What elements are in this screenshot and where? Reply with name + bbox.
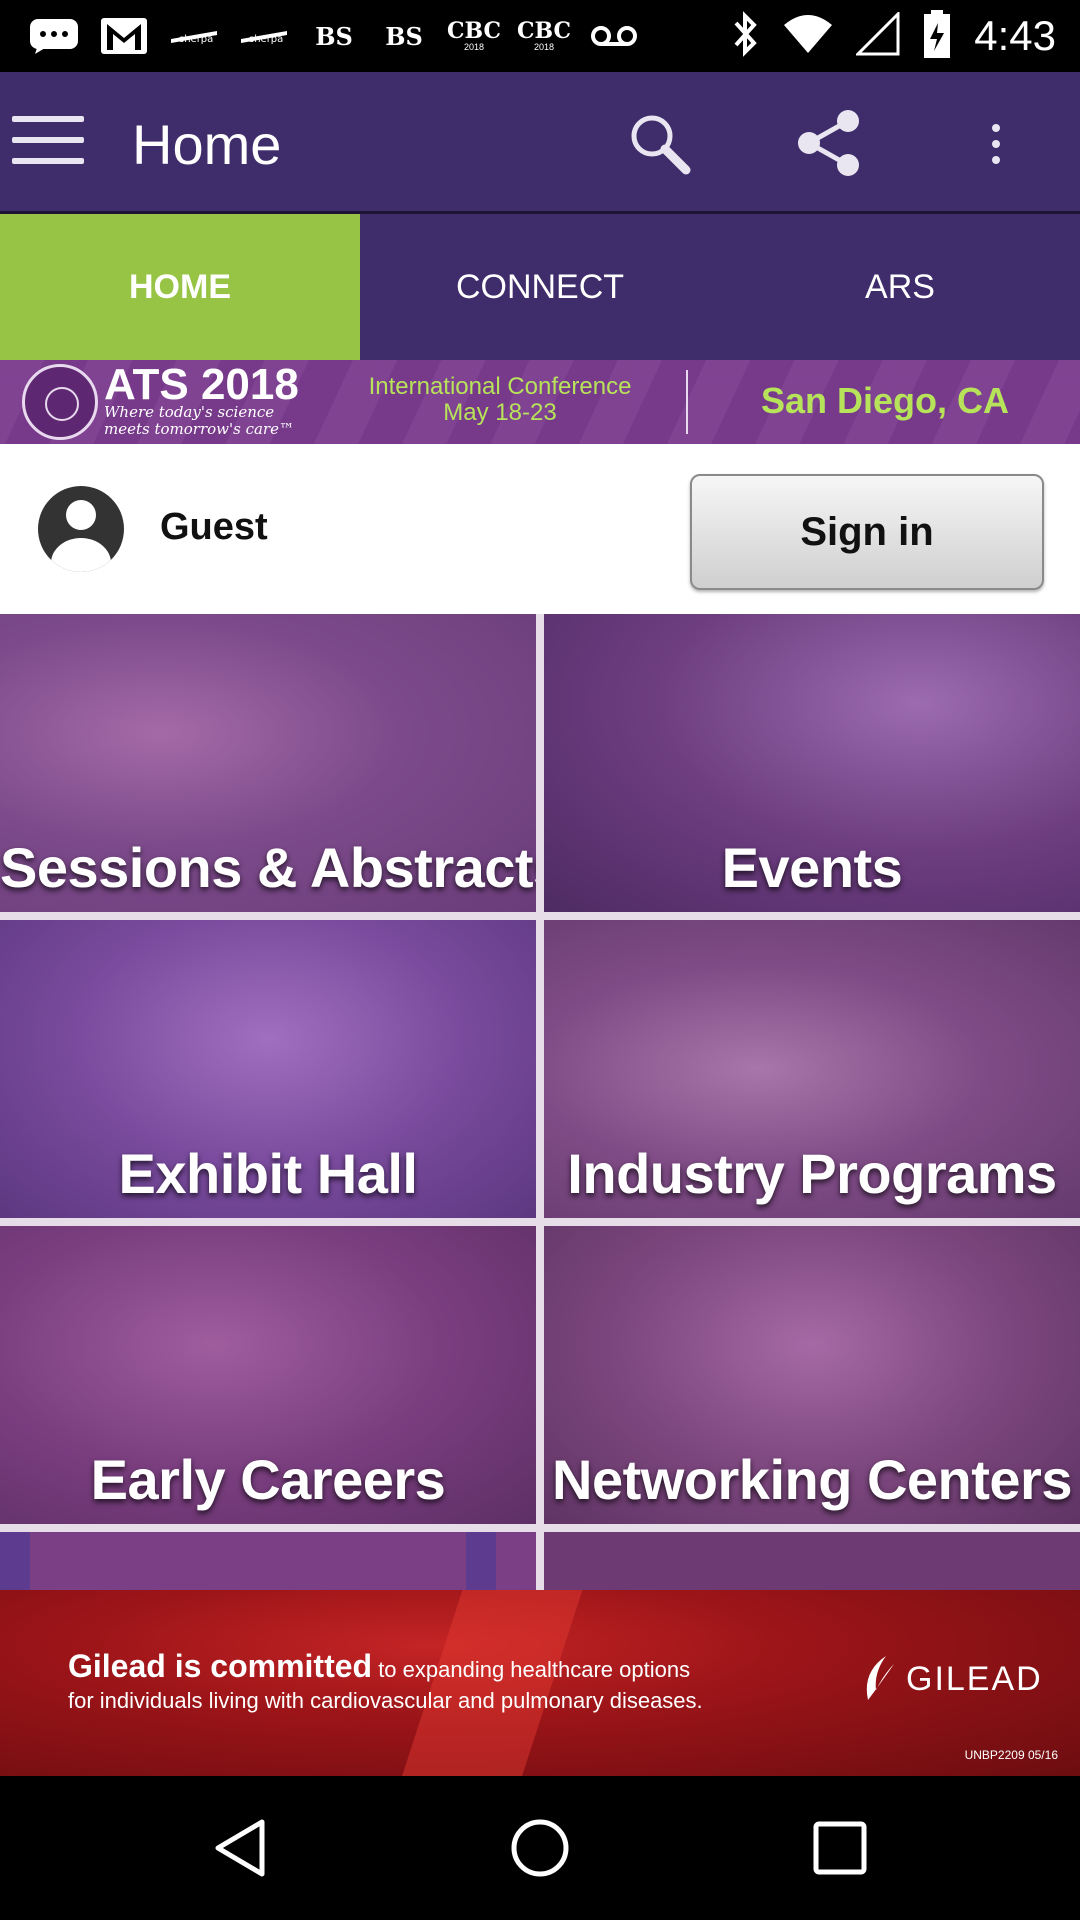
svg-text:sherpa: sherpa	[179, 34, 213, 45]
search-icon[interactable]	[628, 112, 692, 176]
sponsor-ad[interactable]: Gilead is committed to expanding healthc…	[0, 1590, 1080, 1776]
status-bar: sherpa sherpa BS BS CBC 2018 CBC 2018 4:…	[0, 0, 1080, 72]
tile-label: Sessions & Abstracts	[0, 836, 536, 899]
bs-icon: BS	[315, 21, 353, 51]
banner-conference: International Conference May 18-23	[368, 373, 632, 426]
avatar-icon	[38, 486, 124, 572]
home-icon[interactable]	[504, 1812, 576, 1884]
hamburger-menu-icon[interactable]	[12, 116, 84, 168]
chat-bubble-icon	[28, 16, 80, 56]
tile-partial[interactable]	[544, 1532, 1080, 1590]
tile-label: Exhibit Hall	[118, 1142, 418, 1205]
tile-label: Networking Centers	[552, 1448, 1073, 1511]
tile-label: Early Careers	[90, 1448, 446, 1511]
tab-connect[interactable]: CONNECT	[360, 214, 720, 360]
back-icon[interactable]	[204, 1812, 276, 1884]
tile-early-careers[interactable]: Early Careers	[0, 1226, 536, 1524]
banner-divider	[686, 370, 688, 434]
tile-industry-programs[interactable]: Industry Programs	[544, 920, 1080, 1218]
app-bar: Home	[0, 72, 1080, 214]
page-title: Home	[132, 113, 282, 176]
user-row: Guest Sign in	[0, 444, 1080, 614]
tile-partial[interactable]	[0, 1532, 536, 1590]
cbc-icon: CBC 2018	[516, 18, 572, 52]
conference-banner[interactable]: ATS 2018 Where today's science meets tom…	[0, 360, 1080, 444]
battery-icon	[922, 9, 952, 64]
society-seal-icon	[22, 364, 98, 440]
tab-ars[interactable]: ARS	[720, 214, 1080, 360]
cbc-icon: CBC 2018	[446, 18, 502, 52]
ad-code: UNBP2209 05/16	[964, 1748, 1058, 1762]
user-name: Guest	[160, 506, 268, 548]
tab-home[interactable]: HOME	[0, 214, 360, 360]
recents-icon[interactable]	[804, 1812, 876, 1884]
sign-in-button[interactable]: Sign in	[690, 474, 1044, 590]
svg-text:sherpa: sherpa	[249, 34, 283, 45]
sherpa-icon: sherpa	[238, 16, 290, 56]
bluetooth-icon	[732, 10, 760, 62]
bs-icon: BS	[385, 21, 423, 51]
navigation-bar	[0, 1776, 1080, 1920]
system-icons: 4:43	[732, 9, 1056, 64]
ad-brand: GILEAD	[906, 1660, 1043, 1698]
tile-label: Events	[721, 836, 903, 899]
signal-icon	[854, 9, 900, 61]
more-vert-icon[interactable]	[984, 124, 1008, 164]
clock: 4:43	[974, 12, 1056, 59]
voicemail-icon	[588, 16, 640, 56]
banner-tagline: Where today's science meets tomorrow's c…	[104, 403, 294, 438]
tile-sessions-abstracts[interactable]: Sessions & Abstracts	[0, 614, 536, 912]
tab-bar: HOME CONNECT ARS	[0, 214, 1080, 360]
gilead-logo-icon	[858, 1654, 898, 1704]
share-icon[interactable]	[794, 108, 864, 178]
menu-grid: Sessions & Abstracts Events Exhibit Hall…	[0, 614, 1080, 1590]
tile-label: Industry Programs	[567, 1142, 1057, 1205]
notification-icons: sherpa sherpa BS BS CBC 2018 CBC 2018	[28, 12, 640, 60]
tile-exhibit-hall[interactable]: Exhibit Hall	[0, 920, 536, 1218]
banner-location: San Diego, CA	[760, 380, 1010, 421]
wifi-icon	[782, 13, 834, 60]
tile-events[interactable]: Events	[544, 614, 1080, 912]
tile-networking-centers[interactable]: Networking Centers	[544, 1226, 1080, 1524]
ad-subtext: for individuals living with cardiovascul…	[68, 1688, 703, 1713]
ad-headline: Gilead is committed to expanding healthc…	[68, 1648, 691, 1684]
sherpa-icon: sherpa	[168, 16, 220, 56]
gmail-icon	[98, 16, 150, 56]
